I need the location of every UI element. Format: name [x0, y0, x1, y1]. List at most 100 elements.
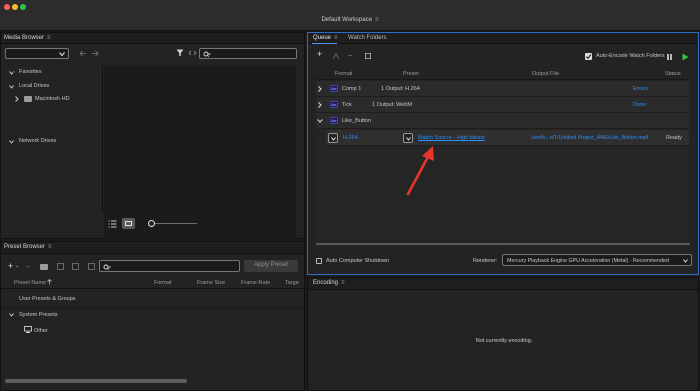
annotation-arrow-icon — [406, 146, 434, 196]
pane-divider[interactable] — [102, 65, 103, 213]
panel-menu-icon: ≡ — [48, 244, 52, 250]
remove-preset-icon[interactable]: – — [26, 262, 30, 271]
chevron-down-icon — [9, 140, 14, 144]
queue-item-outputs: 1 Output: H.264 — [381, 86, 420, 92]
pause-icon-bar — [670, 54, 672, 60]
hard-drive-icon — [24, 96, 32, 102]
slider-handle[interactable] — [148, 220, 155, 227]
media-search-input[interactable] — [199, 48, 297, 59]
add-output-icon[interactable] — [332, 53, 340, 60]
chevron-down-icon — [331, 137, 336, 141]
remove-icon[interactable]: – — [348, 51, 352, 60]
col-preset[interactable]: Preset — [403, 71, 419, 77]
col-target[interactable]: Targe — [285, 280, 299, 286]
panel-menu-icon: ≡ — [334, 35, 338, 41]
location-dropdown[interactable] — [5, 48, 69, 59]
queue-column-headers — [316, 68, 690, 80]
queue-item-name: Tick — [342, 102, 352, 108]
output-file-link[interactable]: /var/fo...n/T/Untitled Project_AME/Like_… — [531, 135, 648, 141]
add-preset-menu-icon[interactable]: ⌄ — [15, 263, 19, 269]
renderer-dropdown[interactable]: Mercury Playback Engine GPU Acceleration… — [502, 254, 692, 266]
view-icon[interactable] — [188, 50, 197, 56]
active-tab-indicator — [312, 43, 337, 44]
after-effects-icon: Ae — [330, 117, 338, 124]
list-view-icon[interactable] — [108, 220, 117, 228]
icon-view-icon — [125, 221, 132, 226]
auto-shutdown-checkbox[interactable] — [316, 258, 322, 264]
col-status[interactable]: Status — [665, 71, 681, 77]
auto-encode-label[interactable]: Auto-Encode Watch Folders — [596, 53, 665, 59]
status-done-link[interactable]: Done — [633, 102, 646, 108]
workspace-menu-icon[interactable]: ≡ — [375, 17, 379, 23]
queue-item-outputs: 1 Output: WebM — [372, 102, 412, 108]
chevron-down-icon — [406, 137, 411, 141]
col-frame-size[interactable]: Frame Size — [197, 280, 225, 286]
new-group-icon[interactable] — [40, 264, 48, 270]
horizontal-scrollbar[interactable] — [5, 379, 187, 383]
col-format[interactable]: Format — [154, 280, 171, 286]
tree-item-local-drives[interactable]: Local Drives — [19, 83, 49, 89]
chevron-right-icon[interactable] — [318, 102, 322, 108]
thumbnail-size-slider[interactable] — [152, 223, 197, 224]
system-presets-group[interactable]: System Presets — [19, 312, 58, 318]
chevron-right-icon — [15, 96, 19, 102]
icon-view-button[interactable] — [122, 218, 135, 229]
format-link[interactable]: H.264 — [343, 135, 358, 141]
forward-arrow-icon[interactable] — [91, 50, 99, 57]
tree-item-network-drives[interactable]: Network Drives — [19, 138, 56, 144]
tree-item-favorites[interactable]: Favorites — [19, 69, 42, 75]
queue-scrollbar[interactable] — [316, 243, 690, 245]
tab-watch-folders[interactable]: Watch Folders — [348, 35, 386, 41]
queue-item-name: Comp 1 — [342, 86, 362, 92]
title-bar: Default Workspace ≡ — [0, 0, 700, 31]
auto-shutdown-label[interactable]: Auto Computer Shutdown — [326, 258, 389, 264]
panel-title[interactable]: Encoding ≡ — [313, 280, 345, 286]
search-icon — [203, 51, 211, 57]
add-source-icon[interactable]: + — [317, 49, 322, 59]
sort-up-icon[interactable] — [47, 279, 52, 285]
start-queue-icon[interactable] — [682, 53, 689, 61]
auto-encode-checkbox[interactable] — [585, 53, 592, 60]
preset-browser-panel: Preset Browser ≡ + ⌄ – Apply Preset Prese… — [0, 241, 305, 391]
apply-preset-button[interactable]: Apply Preset — [244, 260, 298, 272]
after-effects-icon: Ae — [330, 101, 338, 108]
workspace-title[interactable]: Default Workspace ≡ — [0, 17, 700, 23]
zoom-window-button[interactable] — [20, 4, 26, 10]
preset-search-input[interactable] — [99, 260, 240, 272]
chevron-right-icon[interactable] — [318, 86, 322, 92]
tree-item-macintosh-hd[interactable]: Macintosh HD — [35, 96, 70, 102]
import-icon[interactable] — [88, 263, 95, 270]
back-arrow-icon[interactable] — [79, 50, 87, 57]
format-dropdown[interactable] — [328, 133, 338, 143]
pause-icon[interactable] — [667, 54, 669, 60]
status-errors-link[interactable]: Errors — [633, 86, 648, 92]
user-presets-group[interactable]: User Presets & Groups — [19, 296, 76, 302]
chevron-down-icon[interactable] — [317, 119, 323, 123]
tab-queue[interactable]: Queue ≡ — [313, 35, 338, 41]
close-window-button[interactable] — [4, 4, 10, 10]
filter-icon[interactable] — [176, 49, 184, 57]
chevron-down-icon — [9, 71, 14, 75]
duplicate-icon[interactable] — [72, 263, 79, 270]
chevron-down-icon — [9, 313, 14, 317]
panel-title[interactable]: Media Browser ≡ — [4, 35, 51, 41]
col-output-file[interactable]: Output File — [532, 71, 559, 77]
encoding-status: Not currently encoding. — [475, 338, 533, 344]
preset-group-other[interactable]: Other — [34, 328, 48, 334]
col-format[interactable]: Format — [335, 71, 352, 77]
col-preset-name[interactable]: Preset Name — [14, 280, 46, 286]
duplicate-icon[interactable] — [365, 53, 371, 59]
settings-icon[interactable] — [57, 263, 64, 270]
output-status: Ready — [666, 135, 682, 141]
add-preset-icon[interactable]: + — [8, 261, 13, 271]
renderer-label: Renderer: — [473, 258, 498, 264]
encoding-panel: Encoding ≡ Not currently encoding. — [307, 277, 699, 391]
queue-item-like-button[interactable] — [316, 113, 689, 129]
renderer-value: Mercury Playback Engine GPU Acceleration… — [507, 258, 669, 264]
queue-item-name: Like_Button — [342, 118, 372, 124]
divider — [1, 308, 304, 309]
minimize-window-button[interactable] — [12, 4, 18, 10]
preset-link[interactable]: Match Source - High bitrate — [418, 135, 485, 141]
panel-title[interactable]: Preset Browser ≡ — [4, 244, 52, 250]
col-frame-rate[interactable]: Frame Rate — [241, 280, 270, 286]
